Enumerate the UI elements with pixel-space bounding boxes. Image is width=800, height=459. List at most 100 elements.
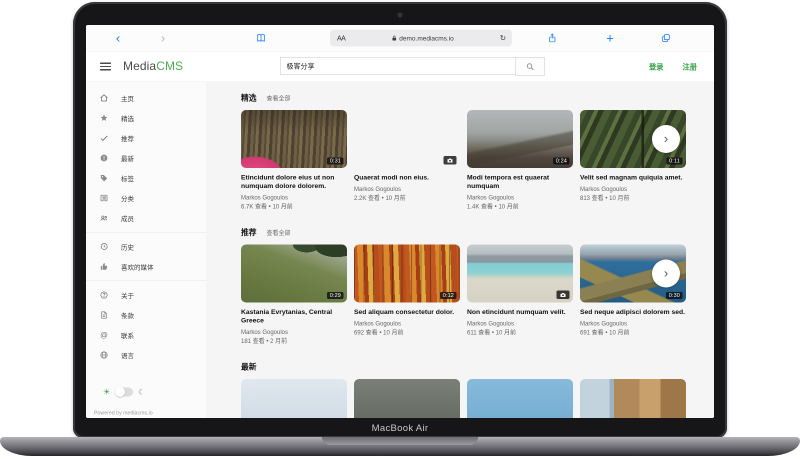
login-link[interactable]: 登录 [649,61,664,72]
sidebar-item-label: 条款 [121,310,134,320]
bookmarks-button[interactable] [251,25,271,51]
site-header: MediaCMS 登录 注册 [86,52,714,83]
next-arrow-button[interactable]: › [652,125,680,153]
share-button[interactable] [542,25,562,51]
sidebar-item-label: 标签 [121,173,134,183]
search-input[interactable] [280,57,516,75]
sidebar-item-latest[interactable]: 最新 [86,148,207,168]
duration-badge: 0:29 [327,292,343,299]
video-card[interactable]: 0:12 Sed aliquam consectetur dolor. Mark… [354,245,460,346]
video-meta: 691 查看 • 10 月前 [580,328,686,337]
register-link[interactable]: 注册 [683,61,698,72]
macbook-mockup: ‹ › AA demo.mediacms.io [0,0,800,459]
sidebar-divider [86,232,207,233]
video-author[interactable]: Markos Gogoulos [467,320,573,327]
forward-button[interactable]: › [153,25,173,51]
history-icon [99,242,109,252]
macbook-lid: ‹ › AA demo.mediacms.io [73,2,727,438]
sidebar-item-history[interactable]: 历史 [86,237,207,257]
video-author[interactable]: Markos Gogoulos [354,320,460,327]
view-all-link[interactable]: 查看全部 [267,229,291,238]
refresh-icon[interactable]: ↻ [500,34,506,43]
main-content: 精选 查看全部 0:31 Etincidunt dolore eius ut n… [207,82,714,418]
video-thumbnail[interactable] [354,379,460,418]
video-card[interactable] [241,379,347,418]
sidebar-item-categories[interactable]: 分类 [86,188,207,208]
video-thumbnail[interactable] [241,379,347,418]
webcam-dot [398,13,402,17]
video-meta: 611 查看 • 10 月前 [467,328,573,337]
video-thumbnail[interactable] [467,245,573,303]
video-meta: 692 查看 • 10 月前 [354,328,460,337]
sidebar-item-members[interactable]: 成员 [86,208,207,228]
site-logo[interactable]: MediaCMS [123,60,183,74]
video-thumbnail[interactable]: 0:29 [241,245,347,303]
chevron-right-icon: › [664,266,668,279]
menu-button[interactable] [100,61,111,73]
url-bar[interactable]: AA demo.mediacms.io ↻ [330,30,512,47]
tabs-button[interactable] [656,25,676,51]
video-thumbnail[interactable]: 0:12 [354,245,460,303]
video-title[interactable]: Velit sed magnam quiquia amet. [580,173,686,182]
screen: ‹ › AA demo.mediacms.io [86,25,714,418]
sidebar-item-home[interactable]: 主页 [86,88,207,108]
sidebar-item-language[interactable]: 语言 [86,345,207,365]
sidebar-item-recommended[interactable]: 推荐 [86,128,207,148]
video-title[interactable]: Sed neque adipisci dolorem sed. [580,308,686,317]
video-card[interactable]: 0:31 Etincidunt dolore eius ut non numqu… [241,110,347,211]
sidebar-item-contact[interactable]: @ 联系 [86,325,207,345]
view-all-link[interactable]: 查看全部 [267,94,291,103]
video-thumbnail[interactable] [354,110,460,168]
video-card[interactable] [580,379,686,418]
video-author[interactable]: Markos Gogoulos [354,186,460,193]
video-card[interactable]: Non etincidunt numquam velit. Markos Gog… [467,245,573,346]
video-card[interactable]: 0:24 Modi tempora est quaerat numquam Ma… [467,110,573,211]
sidebar-item-about[interactable]: 关于 [86,285,207,305]
sidebar-item-terms[interactable]: 条款 [86,305,207,325]
video-card[interactable] [467,379,573,418]
video-author[interactable]: Markos Gogoulos [580,186,686,193]
powered-by-link[interactable]: Powered by mediacms.io [86,410,207,418]
globe-icon [99,350,109,360]
theme-toggle-row: ☀ ☾ [86,387,207,397]
help-icon [99,290,109,300]
section-title: 最新 [241,361,257,372]
back-button[interactable]: ‹ [108,25,128,51]
next-arrow-button[interactable]: › [652,260,680,288]
book-icon [256,33,266,43]
video-title[interactable]: Non etincidunt numquam velit. [467,308,573,317]
sidebar-item-featured[interactable]: 精选 [86,108,207,128]
video-author[interactable]: Markos Gogoulos [580,320,686,327]
device-label: MacBook Air [372,423,429,434]
theme-toggle[interactable] [115,388,133,397]
video-card[interactable] [354,379,460,418]
camera-icon [444,156,457,165]
video-author[interactable]: Markos Gogoulos [467,194,573,201]
video-title[interactable]: Kastania Evrytanias, Central Greece [241,308,347,325]
video-thumbnail[interactable] [580,379,686,418]
new-tab-button[interactable]: + [600,25,620,51]
video-author[interactable]: Markos Gogoulos [241,194,347,201]
video-thumbnail[interactable]: 0:24 [467,110,573,168]
logo-cms: CMS [156,60,183,74]
video-title[interactable]: Etincidunt dolore eius ut non numquam do… [241,173,347,190]
video-title[interactable]: Quaerat modi non eius. [354,173,460,182]
video-thumbnail[interactable]: 0:31 [241,110,347,168]
video-card[interactable]: 0:29 Kastania Evrytanias, Central Greece… [241,245,347,346]
chevron-right-icon: › [664,132,668,145]
video-title[interactable]: Sed aliquam consectetur dolor. [354,308,460,317]
video-thumbnail[interactable] [467,379,573,418]
video-author[interactable]: Markos Gogoulos [241,329,347,336]
sidebar-item-tags[interactable]: 标签 [86,168,207,188]
sidebar: 主页 精选 推荐 最新 [86,82,207,418]
video-card[interactable]: Quaerat modi non eius. Markos Gogoulos 2… [354,110,460,211]
list-icon [99,193,109,203]
search-button[interactable] [516,57,545,76]
check-icon [99,133,109,143]
video-title[interactable]: Modi tempora est quaerat numquam [467,173,573,190]
home-icon [99,93,109,103]
reader-button[interactable]: AA [337,34,345,42]
sidebar-item-liked-media[interactable]: 喜欢的媒体 [86,257,207,277]
plus-icon: + [606,30,614,46]
back-icon: ‹ [116,32,120,45]
